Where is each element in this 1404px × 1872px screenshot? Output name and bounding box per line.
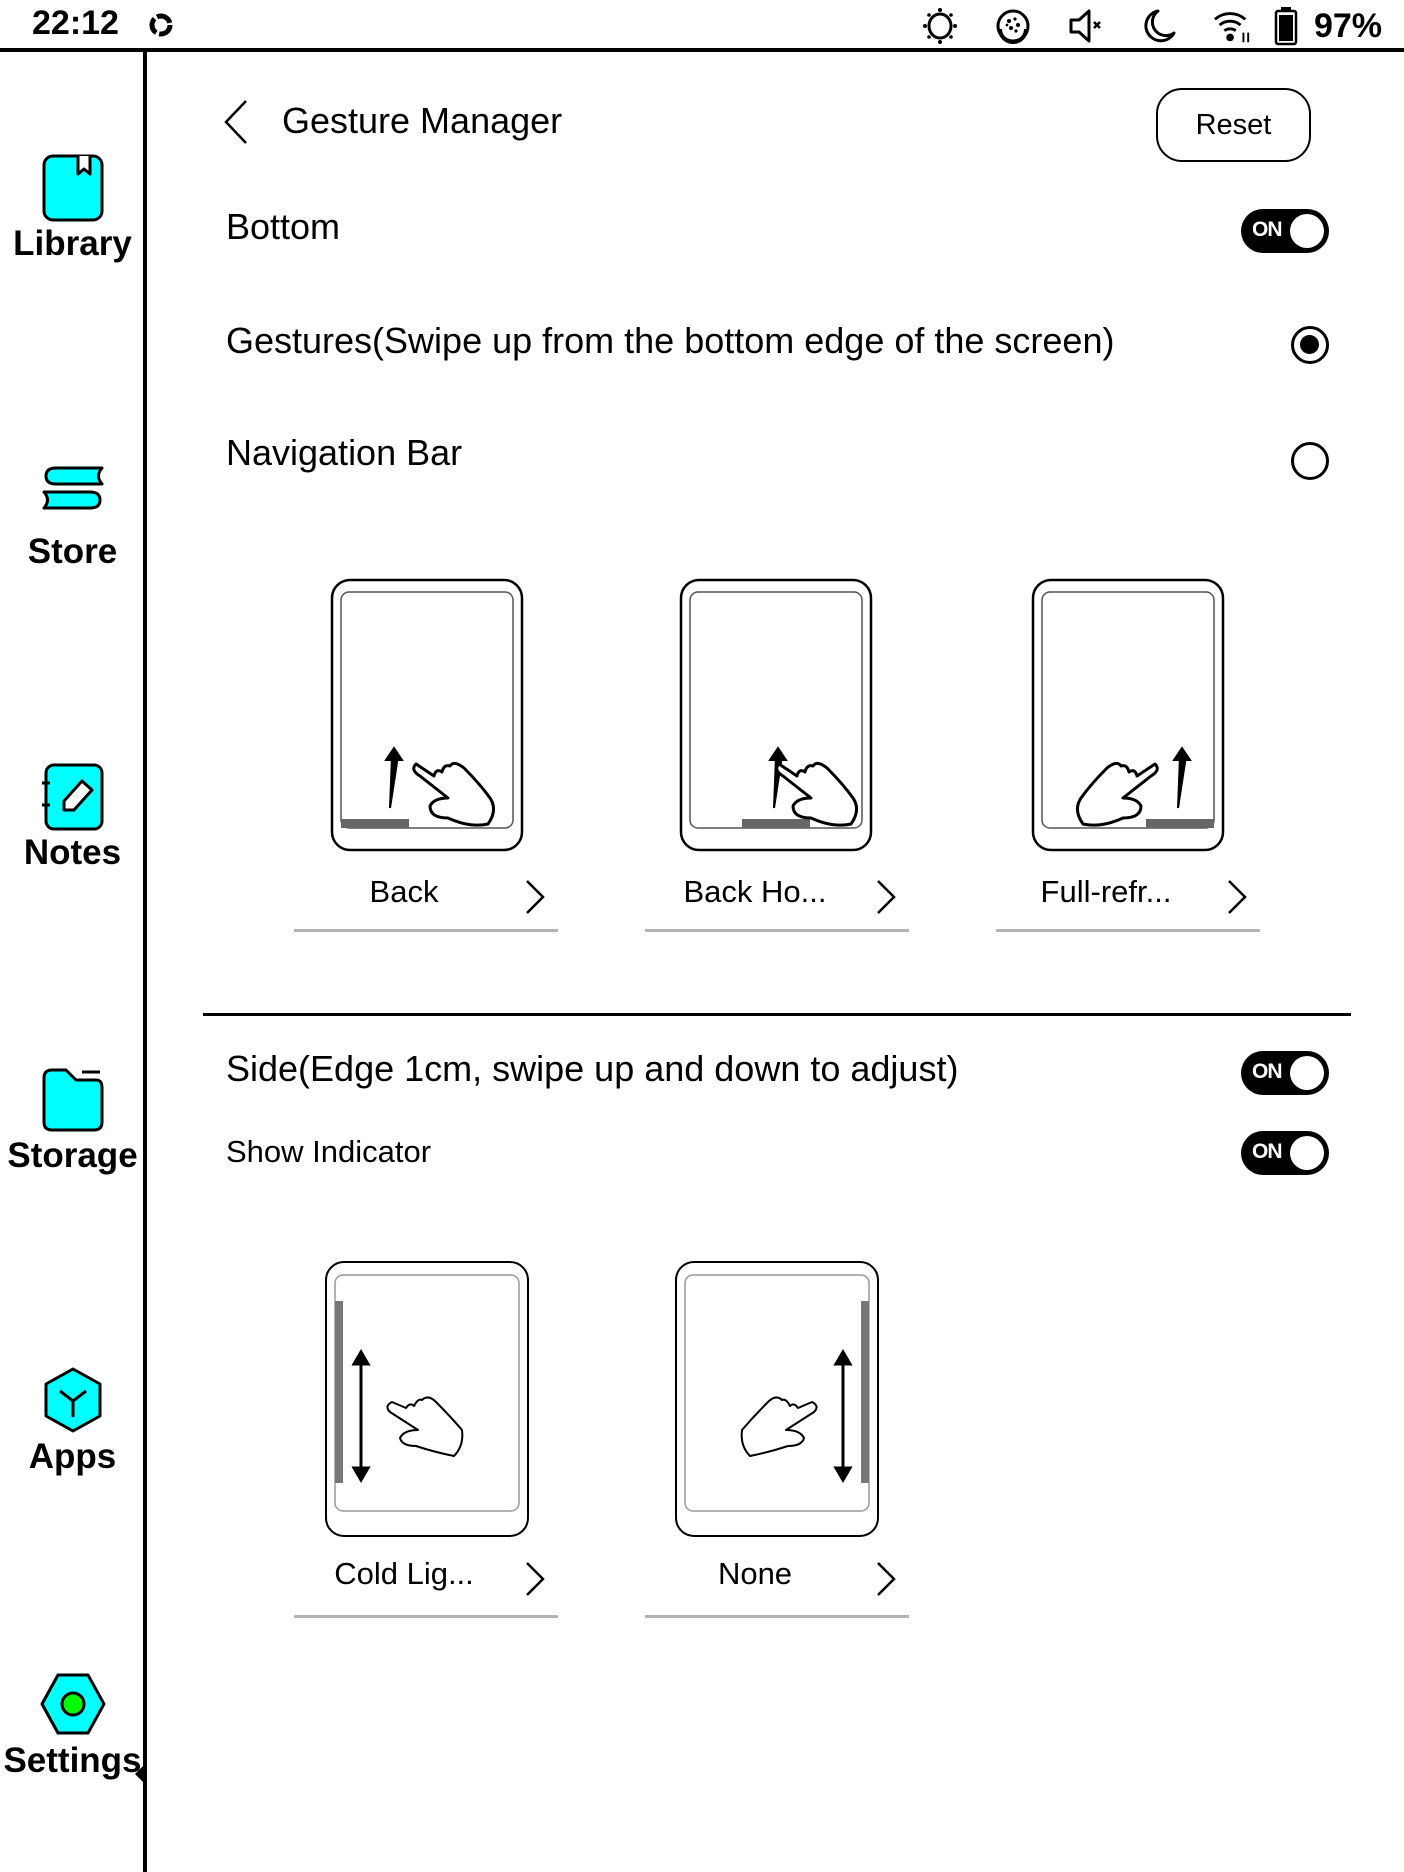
settings-hex-icon: [40, 1673, 105, 1735]
chevron-right-icon: [526, 880, 545, 914]
sidebar-item-settings[interactable]: Settings: [0, 1669, 145, 1781]
gesture-card-full-refresh[interactable]: Full-refr...: [996, 578, 1260, 932]
card-underline: [294, 1615, 558, 1618]
chevron-right-icon: [1228, 880, 1247, 914]
sidebar-item-label: Storage: [7, 1136, 138, 1175]
swipe-up-illustration: [1031, 578, 1225, 852]
back-chevron-icon[interactable]: [218, 97, 254, 147]
toggle-knob: [1290, 1056, 1324, 1090]
navigation-bar-option-label[interactable]: Navigation Bar: [226, 432, 462, 474]
card-underline: [645, 929, 909, 932]
card-underline: [645, 1615, 909, 1618]
toggle-knob: [1290, 214, 1324, 248]
gesture-card-label: Cold Lig...: [334, 1556, 474, 1591]
card-underline: [294, 929, 558, 932]
page-title: Gesture Manager: [282, 100, 563, 141]
swipe-up-illustration: [330, 578, 524, 852]
volume-muted-icon[interactable]: [1066, 6, 1106, 46]
section-divider: [203, 1013, 1351, 1016]
store-books-icon: [42, 466, 103, 510]
color-refresh-icon[interactable]: [993, 6, 1033, 46]
sidebar-item-label: Apps: [28, 1437, 117, 1476]
gesture-card-label: Back Ho...: [683, 874, 827, 909]
battery-icon: [1274, 6, 1298, 46]
sidebar-item-label: Settings: [3, 1741, 142, 1780]
navigation-bar-radio[interactable]: [1291, 442, 1329, 480]
wifi-icon[interactable]: [1212, 6, 1252, 46]
chevron-right-icon: [526, 1562, 545, 1596]
clock: 22:12: [32, 4, 119, 42]
battery-percent: 97%: [1313, 6, 1382, 45]
gestures-radio[interactable]: [1291, 326, 1329, 364]
card-underline: [996, 929, 1260, 932]
swipe-up-illustration: [679, 578, 873, 852]
show-indicator-label: Show Indicator: [226, 1134, 432, 1169]
gesture-card-label: Full-refr...: [1040, 874, 1172, 909]
gesture-card-cold-light[interactable]: Cold Lig...: [294, 1260, 558, 1618]
show-indicator-toggle[interactable]: ON: [1241, 1131, 1329, 1175]
sidebar-item-label: Notes: [23, 833, 122, 872]
gesture-card-none[interactable]: None: [645, 1260, 909, 1618]
night-mode-icon[interactable]: [1139, 6, 1179, 46]
sidebar-item-storage[interactable]: Storage: [0, 1064, 145, 1176]
sidebar-item-label: Store: [27, 532, 118, 571]
reset-button[interactable]: Reset: [1156, 88, 1311, 162]
status-bar: 22:12 97%: [0, 0, 1404, 52]
status-icons: 97%: [887, 4, 1382, 48]
sidebar-item-apps[interactable]: Apps: [0, 1365, 145, 1477]
storage-folder-icon: [42, 1068, 103, 1132]
toggle-state: ON: [1252, 218, 1282, 241]
chevron-right-icon: [877, 880, 896, 914]
brightness-icon[interactable]: [920, 6, 960, 46]
sidebar-item-notes[interactable]: Notes: [0, 761, 145, 873]
chevron-right-icon: [877, 1562, 896, 1596]
sidebar-item-store[interactable]: Store: [0, 460, 145, 572]
sync-icon: [149, 13, 173, 37]
sidebar: Library Store Notes Storage Apps Setting…: [0, 52, 147, 1872]
gesture-card-back[interactable]: Back: [294, 578, 558, 932]
sidebar-item-library[interactable]: Library: [0, 152, 145, 264]
gesture-card-label: Back: [369, 874, 439, 909]
side-gesture-label: Side(Edge 1cm, swipe up and down to adju…: [226, 1048, 959, 1089]
notes-pencil-icon: [41, 763, 103, 831]
toggle-knob: [1290, 1136, 1324, 1170]
bottom-gesture-toggle[interactable]: ON: [1241, 209, 1329, 253]
swipe-vertical-illustration: [325, 1261, 529, 1537]
active-indicator: [135, 1762, 147, 1786]
toggle-state: ON: [1252, 1060, 1282, 1083]
toggle-state: ON: [1252, 1140, 1282, 1163]
gestures-option-label[interactable]: Gestures(Swipe up from the bottom edge o…: [226, 320, 1114, 362]
swipe-vertical-illustration: [675, 1261, 879, 1537]
library-book-icon: [42, 154, 103, 222]
gesture-card-label: None: [717, 1556, 793, 1591]
bottom-gesture-label: Bottom: [226, 206, 341, 247]
apps-cube-icon: [44, 1367, 101, 1433]
side-gesture-toggle[interactable]: ON: [1241, 1051, 1329, 1095]
gesture-card-back-home[interactable]: Back Ho...: [645, 578, 909, 932]
sidebar-item-label: Library: [13, 224, 132, 263]
